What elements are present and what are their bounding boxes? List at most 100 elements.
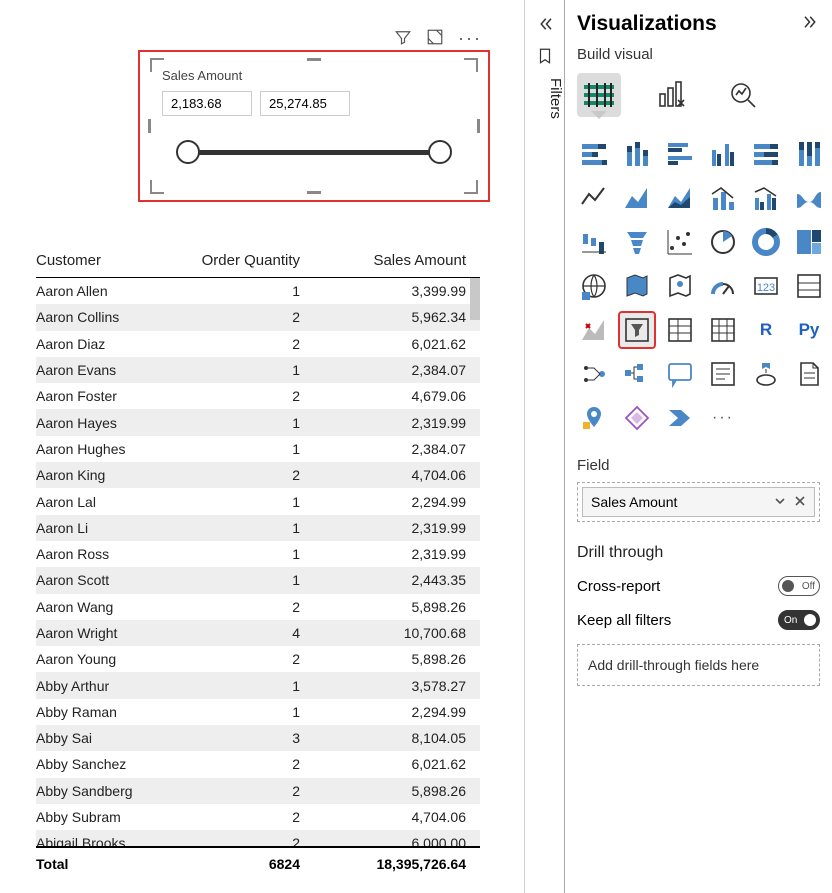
stacked-bar-icon[interactable] bbox=[577, 137, 611, 171]
pie-icon[interactable] bbox=[706, 225, 740, 259]
filled-map-icon[interactable] bbox=[620, 269, 654, 303]
area-chart-icon[interactable] bbox=[620, 181, 654, 215]
resize-handle[interactable] bbox=[307, 191, 321, 194]
clustered-column-icon[interactable] bbox=[706, 137, 740, 171]
filters-label[interactable]: Filters bbox=[525, 78, 564, 119]
table-row[interactable]: Abigail Brooks26,000.00 bbox=[36, 830, 480, 846]
slicer-icon[interactable] bbox=[620, 313, 654, 347]
line-chart-icon[interactable] bbox=[577, 181, 611, 215]
stacked-area-icon[interactable] bbox=[663, 181, 697, 215]
table-row[interactable]: Aaron Hayes12,319.99 bbox=[36, 409, 480, 435]
slicer-visual[interactable]: Sales Amount bbox=[138, 50, 490, 202]
power-automate-icon[interactable] bbox=[663, 401, 697, 435]
goals-icon[interactable] bbox=[749, 357, 783, 391]
arcgis-map-icon[interactable] bbox=[577, 401, 611, 435]
slicer-to-input[interactable] bbox=[260, 91, 350, 116]
funnel-icon[interactable] bbox=[620, 225, 654, 259]
resize-handle[interactable] bbox=[464, 180, 478, 194]
donut-icon[interactable] bbox=[749, 225, 783, 259]
keep-filters-toggle[interactable]: On bbox=[778, 610, 820, 630]
table-row[interactable]: Aaron Wang25,898.26 bbox=[36, 594, 480, 620]
expand-chevrons-icon[interactable] bbox=[802, 13, 820, 36]
table-row[interactable]: Aaron King24,704.06 bbox=[36, 462, 480, 488]
clustered-bar-icon[interactable] bbox=[663, 137, 697, 171]
tab-analytics[interactable] bbox=[721, 73, 765, 117]
table-row[interactable]: Abby Arthur13,578.27 bbox=[36, 672, 480, 698]
table-row[interactable]: Aaron Allen13,399.99 bbox=[36, 278, 480, 304]
map-icon[interactable] bbox=[577, 269, 611, 303]
table-row[interactable]: Abby Sandberg25,898.26 bbox=[36, 778, 480, 804]
table-row[interactable]: Aaron Foster24,679.06 bbox=[36, 383, 480, 409]
waterfall-icon[interactable] bbox=[577, 225, 611, 259]
qna-icon[interactable] bbox=[663, 357, 697, 391]
table-row[interactable]: Aaron Ross12,319.99 bbox=[36, 541, 480, 567]
table-visual[interactable]: Customer Order Quantity Sales Amount Aar… bbox=[36, 244, 480, 872]
tab-format-visual[interactable] bbox=[649, 73, 693, 117]
100-stacked-column-icon[interactable] bbox=[792, 137, 826, 171]
card-icon[interactable]: 123 bbox=[749, 269, 783, 303]
resize-handle[interactable] bbox=[464, 58, 478, 72]
table-row[interactable]: Aaron Evans12,384.07 bbox=[36, 357, 480, 383]
col-order-quantity[interactable]: Order Quantity bbox=[186, 252, 300, 269]
100-stacked-bar-icon[interactable] bbox=[749, 137, 783, 171]
slider-thumb-min[interactable] bbox=[176, 140, 200, 164]
table-row[interactable]: Abby Subram24,704.06 bbox=[36, 804, 480, 830]
chevron-down-icon[interactable] bbox=[774, 494, 786, 510]
more-options-icon[interactable]: ··· bbox=[458, 28, 482, 51]
line-stacked-column-icon[interactable] bbox=[706, 181, 740, 215]
kpi-icon[interactable] bbox=[577, 313, 611, 347]
drillthrough-dropzone[interactable]: Add drill-through fields here bbox=[577, 644, 820, 686]
resize-handle[interactable] bbox=[307, 58, 321, 61]
table-row[interactable]: Abby Raman12,294.99 bbox=[36, 699, 480, 725]
focus-mode-icon[interactable] bbox=[426, 28, 444, 51]
field-well[interactable]: Sales Amount bbox=[577, 482, 820, 522]
scrollbar-thumb[interactable] bbox=[470, 278, 480, 320]
table-row[interactable]: Abby Sai38,104.05 bbox=[36, 725, 480, 751]
key-influencers-icon[interactable] bbox=[577, 357, 611, 391]
more-visuals-icon[interactable]: ··· bbox=[706, 401, 740, 435]
power-apps-icon[interactable] bbox=[620, 401, 654, 435]
table-row[interactable]: Aaron Wright410,700.68 bbox=[36, 620, 480, 646]
table-row[interactable]: Aaron Li12,319.99 bbox=[36, 515, 480, 541]
treemap-icon[interactable] bbox=[792, 225, 826, 259]
paginated-report-icon[interactable] bbox=[792, 357, 826, 391]
gauge-icon[interactable] bbox=[706, 269, 740, 303]
ribbon-chart-icon[interactable] bbox=[792, 181, 826, 215]
scatter-icon[interactable] bbox=[663, 225, 697, 259]
bookmark-icon[interactable] bbox=[525, 40, 565, 72]
scrollbar[interactable] bbox=[470, 278, 480, 846]
matrix-icon[interactable] bbox=[706, 313, 740, 347]
decomposition-tree-icon[interactable] bbox=[620, 357, 654, 391]
table-row[interactable]: Aaron Collins25,962.34 bbox=[36, 304, 480, 330]
cross-report-toggle[interactable]: Off bbox=[778, 576, 820, 596]
r-visual-icon[interactable]: R bbox=[749, 313, 783, 347]
filter-icon[interactable] bbox=[394, 28, 412, 51]
line-clustered-column-icon[interactable] bbox=[749, 181, 783, 215]
table-icon[interactable] bbox=[663, 313, 697, 347]
slicer-from-input[interactable] bbox=[162, 91, 252, 116]
resize-handle[interactable] bbox=[477, 119, 480, 133]
table-row[interactable]: Abby Sanchez26,021.62 bbox=[36, 751, 480, 777]
table-row[interactable]: Aaron Young25,898.26 bbox=[36, 646, 480, 672]
resize-handle[interactable] bbox=[150, 180, 164, 194]
field-chip-sales-amount[interactable]: Sales Amount bbox=[582, 487, 815, 517]
slider-thumb-max[interactable] bbox=[428, 140, 452, 164]
range-slider[interactable] bbox=[170, 140, 458, 170]
table-row[interactable]: Aaron Lal12,294.99 bbox=[36, 488, 480, 514]
tab-build-visual[interactable] bbox=[577, 73, 621, 117]
smart-narrative-icon[interactable] bbox=[706, 357, 740, 391]
resize-handle[interactable] bbox=[150, 58, 164, 72]
table-row[interactable]: Aaron Scott12,443.35 bbox=[36, 567, 480, 593]
resize-handle[interactable] bbox=[148, 119, 151, 133]
table-row[interactable]: Aaron Diaz26,021.62 bbox=[36, 331, 480, 357]
report-canvas[interactable]: ··· Sales Amount bbox=[0, 0, 524, 893]
table-row[interactable]: Aaron Hughes12,384.07 bbox=[36, 436, 480, 462]
multi-row-card-icon[interactable] bbox=[792, 269, 826, 303]
col-customer[interactable]: Customer bbox=[36, 252, 186, 269]
azure-map-icon[interactable] bbox=[663, 269, 697, 303]
collapse-chevrons-icon[interactable] bbox=[525, 8, 565, 40]
py-visual-icon[interactable]: Py bbox=[792, 313, 826, 347]
remove-field-icon[interactable] bbox=[794, 494, 806, 510]
col-sales-amount[interactable]: Sales Amount bbox=[300, 252, 480, 269]
stacked-column-icon[interactable] bbox=[620, 137, 654, 171]
